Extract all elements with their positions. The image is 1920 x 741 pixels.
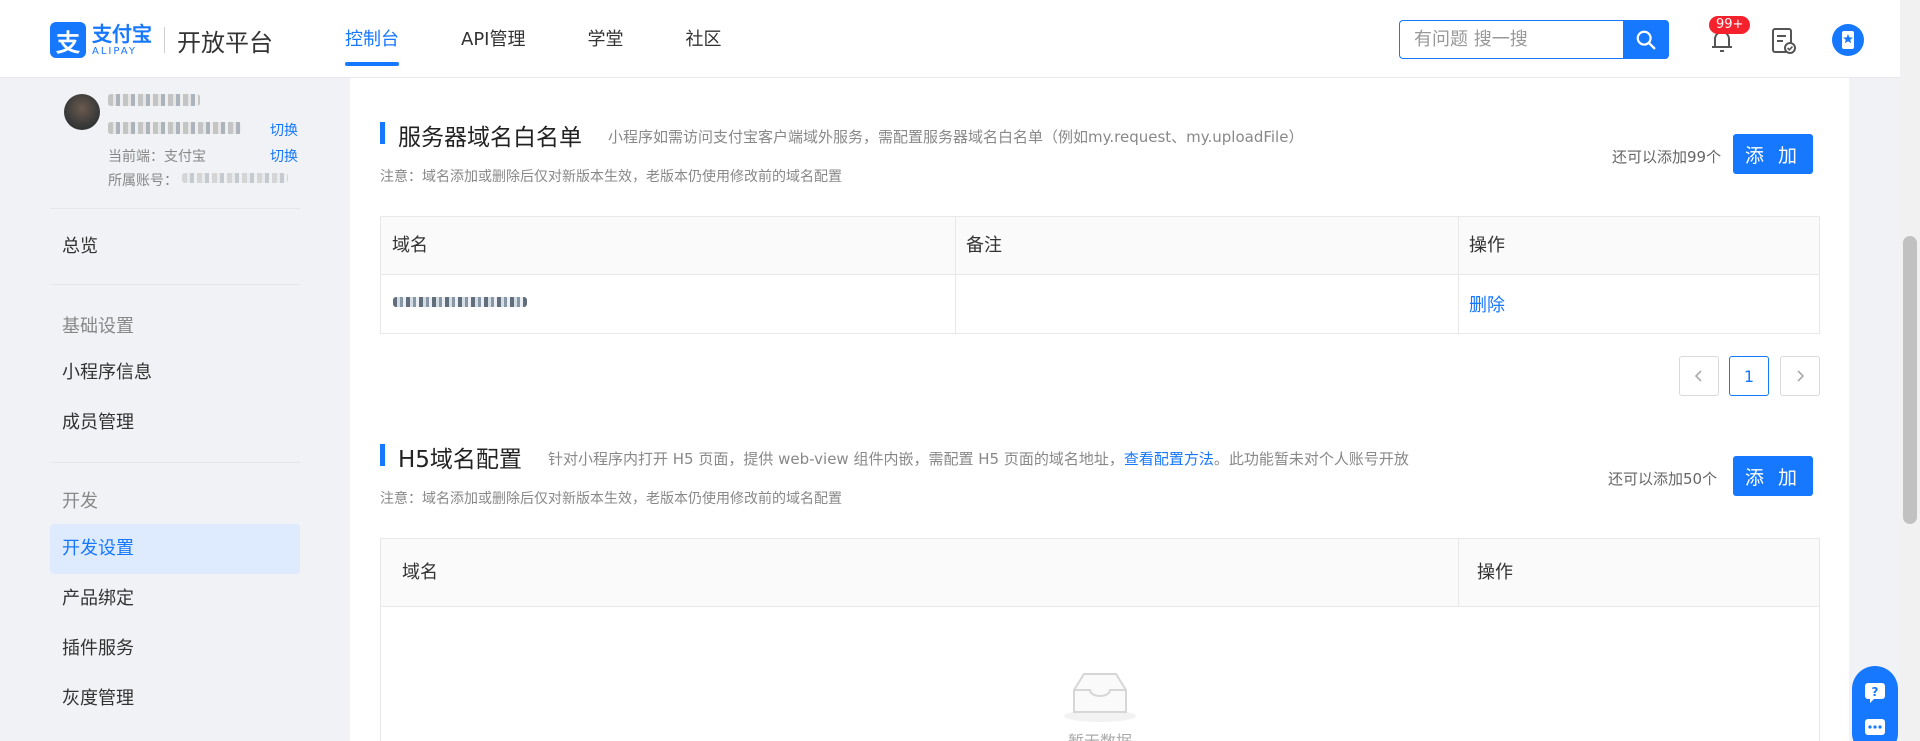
user-avatar-icon[interactable]: [1831, 23, 1865, 57]
chevron-left-icon: [1694, 370, 1702, 382]
alipay-logo[interactable]: 支 支付宝 ALIPAY 开放平台: [50, 22, 273, 58]
empty-inbox-icon: [1064, 673, 1136, 722]
document-check-icon[interactable]: [1769, 26, 1797, 56]
chevron-right-icon: [1797, 370, 1805, 382]
h5-domain-title: H5域名配置: [398, 447, 522, 473]
search-input[interactable]: [1399, 20, 1623, 59]
section-accent-bar: [380, 444, 385, 466]
nav-api-management[interactable]: API管理: [461, 0, 525, 78]
column-header-domain: 域名: [381, 539, 1458, 607]
server-domain-table: 域名 备注 操作 删除: [380, 216, 1820, 334]
delete-domain-link[interactable]: 删除: [1469, 291, 1505, 317]
switch-account-link[interactable]: 切换: [270, 120, 298, 140]
current-client-label: 当前端：支付宝: [108, 149, 206, 165]
server-domain-quota: 还可以添加99个: [1612, 148, 1722, 166]
search-bar: [1399, 20, 1669, 59]
column-header-action: 操作: [1458, 539, 1819, 607]
empty-state-text: 暂无数据: [1068, 728, 1132, 741]
top-header: 支 支付宝 ALIPAY 开放平台 控制台 API管理 学堂 社区 99+: [0, 0, 1920, 78]
logo-cn-text: 支付宝: [92, 21, 152, 46]
account-email-redacted: [182, 173, 288, 183]
account-id-redacted: [108, 122, 242, 134]
section-accent-bar: [380, 122, 385, 144]
notification-badge: 99+: [1709, 16, 1751, 34]
column-header-action: 操作: [1458, 217, 1819, 275]
menu-divider: [50, 284, 300, 285]
search-icon: [1636, 30, 1656, 49]
menu-group-basic-settings: 基础设置: [62, 316, 134, 337]
help-float-panel[interactable]: ?: [1852, 666, 1898, 741]
top-nav: 控制台 API管理 学堂 社区: [345, 0, 783, 78]
nav-community[interactable]: 社区: [685, 0, 721, 78]
nav-console[interactable]: 控制台: [345, 0, 399, 78]
user-avatar: [64, 94, 100, 130]
menu-miniapp-info[interactable]: 小程序信息: [50, 348, 300, 398]
menu-divider: [50, 462, 300, 463]
server-domain-title: 服务器域名白名单: [398, 125, 582, 151]
search-button[interactable]: [1623, 20, 1669, 59]
h5-domain-quota: 还可以添加50个: [1608, 470, 1718, 488]
server-domain-desc: 小程序如需访问支付宝客户端域外服务，需配置服务器域名白名单（例如my.reque…: [608, 128, 1304, 146]
chat-bubble-icon[interactable]: [1864, 718, 1886, 740]
column-header-domain: 域名: [381, 217, 955, 275]
menu-divider: [50, 208, 300, 209]
add-server-domain-button[interactable]: 添 加: [1733, 134, 1813, 174]
platform-name: 开放平台: [177, 28, 273, 57]
scrollbar-thumb[interactable]: [1903, 236, 1917, 524]
menu-dev-settings[interactable]: 开发设置: [50, 524, 300, 574]
server-domain-note: 注意：域名添加或删除后仅对新版本生效，老版本仍使用修改前的域名配置: [380, 169, 842, 185]
pager-page-1[interactable]: 1: [1729, 356, 1769, 396]
svg-text:?: ?: [1872, 685, 1879, 699]
nav-academy[interactable]: 学堂: [587, 0, 623, 78]
view-config-method-link[interactable]: 查看配置方法: [1124, 450, 1214, 468]
menu-plugin-service[interactable]: 插件服务: [50, 624, 300, 674]
menu-overview[interactable]: 总览: [50, 222, 300, 272]
sidebar: 切换 当前端：支付宝 切换 所属账号： 总览 基础设置 小程序信息 成员管理 开…: [0, 78, 350, 741]
switch-client-link[interactable]: 切换: [270, 146, 298, 166]
account-label: 所属账号：: [108, 173, 178, 189]
h5-domain-desc: 针对小程序内打开 H5 页面，提供 web-view 组件内嵌，需配置 H5 页…: [548, 450, 1409, 468]
main-content: 服务器域名白名单 小程序如需访问支付宝客户端域外服务，需配置服务器域名白名单（例…: [350, 78, 1849, 741]
alipay-logo-icon: 支: [50, 22, 86, 58]
account-name-redacted: [108, 94, 200, 106]
menu-group-development: 开发: [62, 491, 98, 512]
column-header-remark: 备注: [955, 217, 1458, 275]
domain-value-redacted: [393, 297, 527, 307]
add-h5-domain-button[interactable]: 添 加: [1733, 456, 1813, 496]
help-question-icon[interactable]: ?: [1864, 682, 1886, 704]
logo-divider: [164, 27, 165, 53]
menu-member-management[interactable]: 成员管理: [50, 398, 300, 448]
page-scrollbar[interactable]: [1900, 0, 1920, 741]
menu-product-binding[interactable]: 产品绑定: [50, 574, 300, 624]
pager-prev-button[interactable]: [1679, 356, 1719, 396]
logo-en-text: ALIPAY: [92, 45, 137, 57]
h5-domain-note: 注意：域名添加或删除后仅对新版本生效，老版本仍使用修改前的域名配置: [380, 491, 842, 507]
pager-next-button[interactable]: [1780, 356, 1820, 396]
menu-gray-release[interactable]: 灰度管理: [50, 674, 300, 724]
